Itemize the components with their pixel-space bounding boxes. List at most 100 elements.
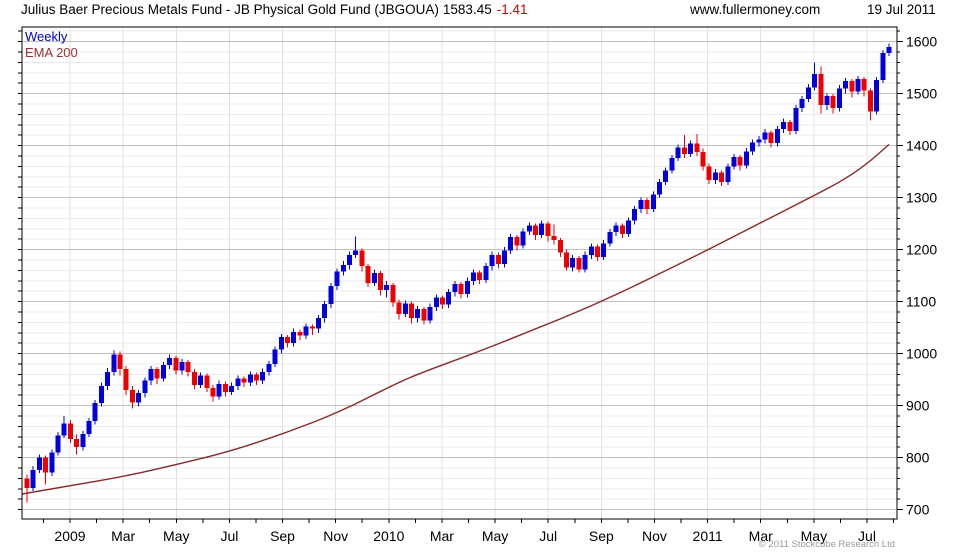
candle-up: [886, 46, 892, 54]
svg-text:Sep: Sep: [589, 528, 614, 544]
candlestick-chart: 700 800 900 1000 1100 1200 1300 1400 1500 1600 200…: [18, 26, 937, 544]
candle-down: [706, 166, 712, 180]
candle-down: [551, 236, 557, 241]
candle-down: [204, 375, 210, 388]
candle-up: [303, 326, 309, 336]
candle-up: [774, 128, 780, 143]
svg-text:Nov: Nov: [323, 528, 348, 544]
x-axis-labels: 2009 Mar May Jul Sep Nov 2010 Mar May Jul Sep Nov 20…: [54, 528, 876, 544]
svg-text:Mar: Mar: [111, 528, 135, 544]
svg-text:Jul: Jul: [539, 528, 557, 544]
candle-up: [346, 254, 352, 266]
candle-up: [613, 225, 619, 232]
candle-up: [315, 318, 321, 329]
candle-down: [284, 336, 290, 344]
candle-up: [471, 272, 477, 281]
candle-down: [123, 369, 129, 391]
candle-up: [508, 237, 514, 251]
candle-up: [805, 87, 811, 99]
candle-up: [266, 364, 272, 372]
candle-up: [688, 143, 694, 154]
svg-text:Nov: Nov: [642, 528, 667, 544]
svg-text:1400: 1400: [906, 138, 937, 154]
candle-up: [260, 371, 266, 381]
candle-down: [768, 132, 774, 143]
candle-down: [458, 283, 464, 294]
candle-up: [489, 254, 495, 267]
candle-down: [309, 326, 315, 329]
candle-up: [601, 243, 607, 257]
candle-down: [67, 423, 73, 439]
candle-down: [477, 272, 483, 280]
candle-up: [272, 349, 278, 365]
candle-up: [731, 157, 737, 167]
candle-up: [353, 250, 359, 255]
candle-up: [98, 385, 104, 404]
candle-down: [533, 225, 539, 236]
candle-up: [105, 371, 111, 386]
candle-up: [402, 303, 408, 315]
candle-up: [799, 98, 805, 109]
candle-up: [148, 369, 154, 381]
candle-up: [650, 194, 656, 210]
candle-down: [818, 73, 824, 106]
candle-up: [836, 88, 842, 109]
candle-up: [855, 79, 861, 92]
candle-up: [526, 225, 532, 232]
svg-text:900: 900: [906, 398, 930, 414]
candle-up: [322, 304, 328, 319]
candle-up: [415, 308, 421, 319]
candle-up: [657, 181, 663, 195]
candle-up: [452, 283, 458, 293]
candle-down: [439, 297, 445, 305]
candle-up: [92, 403, 98, 422]
candle-up: [824, 96, 830, 106]
candle-up: [750, 142, 756, 152]
candle-up: [712, 172, 718, 180]
candle-down: [241, 378, 247, 383]
candle-up: [136, 393, 142, 403]
candle-up: [36, 457, 42, 471]
candle-up: [142, 380, 148, 394]
svg-text:1200: 1200: [906, 242, 937, 258]
candle-up: [427, 306, 433, 321]
candle-down: [129, 390, 135, 403]
candle-down: [564, 252, 570, 268]
candle-down: [576, 257, 582, 270]
candle-down: [117, 354, 123, 370]
vertical-gridlines: [69, 27, 868, 519]
candle-down: [297, 331, 303, 336]
candle-up: [502, 250, 508, 265]
candle-up: [446, 292, 452, 305]
y-axis-labels: 700 800 900 1000 1100 1200 1300 1400 1500 1600: [906, 34, 937, 518]
candle-down: [210, 387, 216, 397]
candle-up: [874, 80, 880, 112]
candle-up: [198, 375, 204, 385]
candle-down: [222, 383, 228, 393]
candle-up: [626, 220, 632, 234]
candle-up: [247, 374, 253, 383]
candle-up: [86, 421, 92, 435]
candle-down: [737, 157, 743, 166]
candle-up: [675, 147, 681, 159]
candle-down: [595, 246, 601, 257]
candle-down: [849, 81, 855, 92]
candle-up: [160, 365, 166, 379]
candle-down: [43, 457, 49, 473]
candle-up: [663, 170, 669, 182]
candle-up: [843, 81, 849, 89]
candle-up: [433, 297, 439, 307]
candle-up: [30, 470, 36, 488]
candle-up: [111, 354, 117, 372]
candle-down: [396, 302, 402, 315]
candle-down: [830, 96, 836, 109]
candle-up: [371, 273, 377, 283]
svg-text:2011: 2011: [693, 528, 723, 544]
candle-down: [681, 147, 687, 154]
candle-up: [291, 331, 297, 344]
chart-legend: Weekly EMA 200: [25, 29, 78, 61]
legend-ema-label: EMA 200: [25, 45, 78, 60]
axis-ticks: [18, 30, 903, 523]
candle-up: [762, 132, 768, 140]
candle-up: [880, 53, 886, 81]
